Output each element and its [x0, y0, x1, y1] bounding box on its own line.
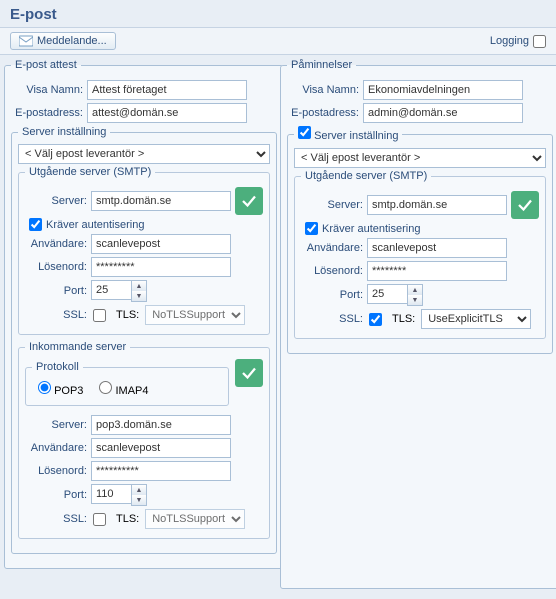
smtp-user-input-right[interactable] [367, 238, 507, 258]
incoming-group: Inkommande server Protokoll POP3 IMAP4 [18, 341, 270, 539]
smtp-port-input-left[interactable] [91, 280, 131, 300]
smtp-ssl-checkbox-right[interactable] [369, 313, 382, 326]
logging-label: Logging [490, 35, 529, 47]
in-pass-label: Lösenord: [25, 465, 87, 477]
logging-toggle[interactable]: Logging [490, 35, 546, 48]
smtp-port-label: Port: [25, 285, 87, 297]
imap4-radio[interactable] [99, 381, 112, 394]
in-user-input[interactable] [91, 438, 231, 458]
server-install-checkbox-r[interactable] [298, 126, 311, 139]
smtp-group-right: Utgående server (SMTP) Server: Kräver au… [294, 170, 546, 339]
smtp-group-left: Utgående server (SMTP) Server: Kräver au… [18, 166, 270, 335]
smtp-pass-input-right[interactable] [367, 261, 507, 281]
server-install-legend-r: Server inställning [294, 126, 402, 142]
toolbar: Meddelande... Logging [0, 28, 556, 55]
smtp-tls-label: TLS: [116, 309, 139, 321]
page-title: E-post [10, 6, 546, 23]
in-server-input[interactable] [91, 415, 231, 435]
smtp-auth-checkbox-left[interactable] [29, 218, 42, 231]
paminnelser-legend: Påminnelser [287, 59, 356, 71]
in-pass-input[interactable] [91, 461, 231, 481]
visa-namn-label-r: Visa Namn: [287, 84, 359, 96]
smtp-port-spinner-left[interactable]: ▲▼ [91, 280, 147, 302]
imap4-radio-label[interactable]: IMAP4 [99, 381, 148, 397]
smtp-auth-label-r: Kräver autentisering [322, 223, 420, 235]
server-installning-right: Server inställning < Välj epost leverant… [287, 126, 553, 354]
spin-down[interactable]: ▼ [408, 295, 422, 305]
smtp-auth-checkbox-right[interactable] [305, 222, 318, 235]
spin-up[interactable]: ▲ [408, 285, 422, 295]
smtp-legend-right: Utgående server (SMTP) [301, 170, 431, 182]
epost-provider-select-right[interactable]: < Välj epost leverantör > [294, 148, 546, 168]
smtp-ssl-label: SSL: [25, 309, 87, 321]
protokoll-legend: Protokoll [32, 361, 83, 373]
smtp-user-label-r: Användare: [301, 242, 363, 254]
paminnelser-group: Påminnelser Visa Namn: E-postadress: Ser… [280, 59, 556, 589]
spin-up[interactable]: ▲ [132, 281, 146, 291]
smtp-pass-input-left[interactable] [91, 257, 231, 277]
visa-namn-input-r[interactable] [363, 80, 523, 100]
logging-checkbox[interactable] [533, 35, 546, 48]
in-port-spinner[interactable]: ▲▼ [91, 484, 147, 506]
visa-namn-label: Visa Namn: [11, 84, 83, 96]
smtp-ssl-label-r: SSL: [301, 313, 363, 325]
smtp-server-input-right[interactable] [367, 195, 507, 215]
server-install-legend: Server inställning [18, 126, 110, 138]
smtp-tls-select-left[interactable]: NoTLSSupport [145, 305, 245, 325]
smtp-user-input-left[interactable] [91, 234, 231, 254]
in-tls-label: TLS: [116, 513, 139, 525]
smtp-auth-label: Kräver autentisering [46, 219, 144, 231]
incoming-legend: Inkommande server [25, 341, 130, 353]
epost-input-r[interactable] [363, 103, 523, 123]
in-tls-select[interactable]: NoTLSSupport [145, 509, 245, 529]
smtp-server-label-r: Server: [301, 199, 363, 211]
in-ssl-checkbox[interactable] [93, 513, 106, 526]
epost-input[interactable] [87, 103, 247, 123]
in-user-label: Användare: [25, 442, 87, 454]
in-ssl-label: SSL: [25, 513, 87, 525]
smtp-tls-select-right[interactable]: UseExplicitTLS [421, 309, 531, 329]
meddelande-button[interactable]: Meddelande... [10, 32, 116, 50]
visa-namn-input[interactable] [87, 80, 247, 100]
in-port-input[interactable] [91, 484, 131, 504]
smtp-status-ok-right [511, 191, 539, 219]
meddelande-label: Meddelande... [37, 35, 107, 47]
header: E-post [0, 0, 556, 28]
epost-attest-group: E-post attest Visa Namn: E-postadress: S… [4, 59, 284, 569]
smtp-pass-label-r: Lösenord: [301, 265, 363, 277]
message-icon [19, 35, 33, 47]
smtp-tls-label-r: TLS: [392, 313, 415, 325]
spin-down[interactable]: ▼ [132, 495, 146, 505]
epost-label: E-postadress: [11, 107, 83, 119]
smtp-port-label-r: Port: [301, 289, 363, 301]
smtp-legend-left: Utgående server (SMTP) [25, 166, 155, 178]
incoming-status-ok [235, 359, 263, 387]
in-server-label: Server: [25, 419, 87, 431]
smtp-port-spinner-right[interactable]: ▲▼ [367, 284, 423, 306]
smtp-server-label: Server: [25, 195, 87, 207]
spin-down[interactable]: ▼ [132, 291, 146, 301]
smtp-port-input-right[interactable] [367, 284, 407, 304]
protokoll-group: Protokoll POP3 IMAP4 [25, 361, 229, 406]
epost-label-r: E-postadress: [287, 107, 359, 119]
smtp-ssl-checkbox-left[interactable] [93, 309, 106, 322]
smtp-user-label: Användare: [25, 238, 87, 250]
smtp-pass-label: Lösenord: [25, 261, 87, 273]
pop3-radio[interactable] [38, 381, 51, 394]
smtp-server-input-left[interactable] [91, 191, 231, 211]
in-port-label: Port: [25, 489, 87, 501]
epost-attest-legend: E-post attest [11, 59, 81, 71]
spin-up[interactable]: ▲ [132, 485, 146, 495]
epost-provider-select-left[interactable]: < Välj epost leverantör > [18, 144, 270, 164]
server-installning-left: Server inställning < Välj epost leverant… [11, 126, 277, 554]
smtp-status-ok-left [235, 187, 263, 215]
pop3-radio-label[interactable]: POP3 [38, 381, 83, 397]
